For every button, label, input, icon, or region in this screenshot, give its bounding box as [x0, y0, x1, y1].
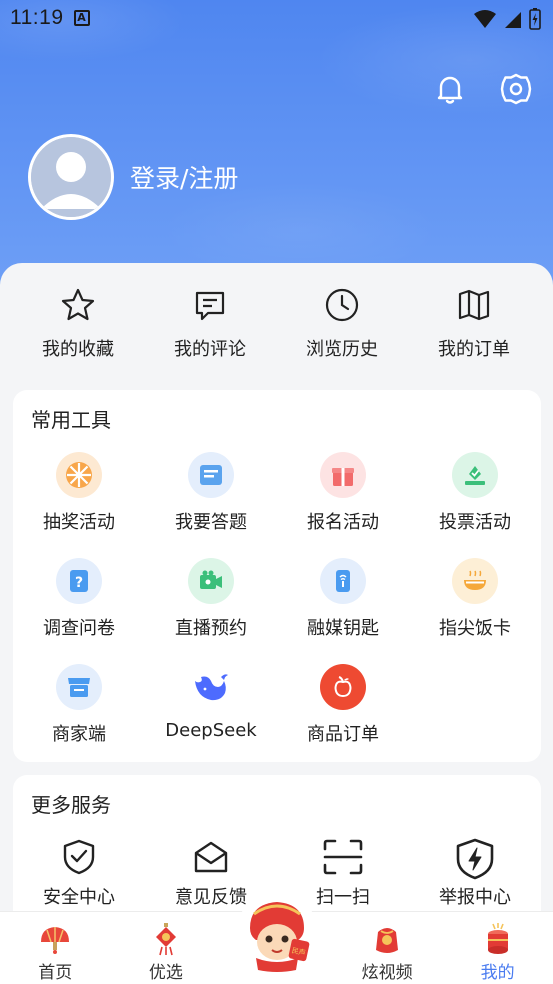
tab-label: 优选: [148, 963, 183, 983]
common-tools-card: 常用工具 抽奖活动 我要答题 报名活动 投票活动 ? 调查问卷 直播预约 融媒钥…: [13, 390, 541, 762]
status-time: 11:19: [10, 6, 64, 29]
drum-gift-icon: [487, 923, 508, 954]
report-shield-icon: [456, 838, 494, 880]
quick-link-label: 我的评论: [174, 339, 246, 360]
tool-signup[interactable]: 报名活动: [277, 452, 409, 534]
tool-quiz[interactable]: 我要答题: [145, 452, 277, 534]
tool-merchant[interactable]: 商家端: [13, 664, 145, 746]
tool-survey[interactable]: ? 调查问卷: [13, 558, 145, 640]
quiz-icon: [188, 452, 234, 498]
tool-label: 融媒钥匙: [307, 618, 379, 639]
avatar[interactable]: [28, 134, 114, 220]
tool-live[interactable]: 直播预约: [145, 558, 277, 640]
red-bag-icon: [376, 928, 399, 953]
map-book-icon: [458, 289, 490, 321]
profile-section[interactable]: 登录/注册: [28, 134, 238, 220]
header-actions: [433, 72, 533, 106]
tool-label: 我要答题: [175, 512, 247, 533]
tool-label: 指尖饭卡: [439, 618, 511, 639]
tool-label: 调查问卷: [43, 618, 115, 639]
tool-deepseek[interactable]: DeepSeek: [145, 664, 277, 741]
quick-link-favorites[interactable]: 我的收藏: [12, 263, 144, 383]
service-label: 扫一扫: [316, 887, 370, 908]
default-avatar-icon: [31, 137, 111, 217]
tab-label: 首页: [38, 963, 73, 983]
comment-icon: [195, 291, 225, 321]
quick-link-label: 浏览历史: [306, 339, 378, 360]
tool-label: 报名活动: [307, 512, 379, 533]
fan-home-icon: [41, 927, 70, 954]
service-security-center[interactable]: 安全中心: [13, 837, 145, 909]
status-bar: 11:19 A: [0, 0, 553, 36]
tab-home[interactable]: 首页: [0, 912, 111, 984]
lottery-wheel-icon: [56, 452, 102, 498]
quick-link-comments[interactable]: 我的评论: [144, 263, 276, 383]
star-icon: [61, 288, 95, 321]
lantern-knot-icon: [155, 923, 176, 956]
tab-video[interactable]: 炫视频: [332, 912, 443, 984]
service-label: 举报中心: [439, 887, 511, 908]
center-mascot-button[interactable]: 民声: [236, 892, 318, 974]
battery-icon: [529, 8, 541, 30]
tool-vote[interactable]: 投票活动: [409, 452, 541, 534]
tool-media-key[interactable]: 融媒钥匙: [277, 558, 409, 640]
quick-link-orders[interactable]: 我的订单: [408, 263, 540, 383]
clock-icon: [325, 288, 359, 322]
quick-link-label: 我的收藏: [42, 339, 114, 360]
tool-meal-card[interactable]: 指尖饭卡: [409, 558, 541, 640]
tab-mine[interactable]: 我的: [442, 912, 553, 984]
section-title: 常用工具: [31, 408, 111, 432]
status-indicators: [473, 8, 541, 30]
shield-check-icon: [63, 839, 95, 875]
login-register-link[interactable]: 登录/注册: [130, 159, 238, 195]
tool-lottery[interactable]: 抽奖活动: [13, 452, 145, 534]
notification-a-icon: A: [73, 10, 90, 26]
settings-gear-icon[interactable]: [499, 72, 533, 106]
wifi-icon: [474, 10, 496, 28]
signal-icon: [505, 12, 521, 28]
service-label: 安全中心: [43, 887, 115, 908]
tool-label: 商家端: [52, 724, 106, 745]
envelope-open-icon: [194, 841, 228, 873]
media-key-icon: [320, 558, 366, 604]
survey-icon: ?: [56, 558, 102, 604]
tool-label: 商品订单: [307, 724, 379, 745]
quick-links: 我的收藏 我的评论 浏览历史 我的订单: [0, 263, 553, 383]
bell-icon[interactable]: [433, 72, 467, 106]
goods-order-icon: [320, 664, 366, 710]
live-camera-icon: [188, 558, 234, 604]
quick-link-label: 我的订单: [438, 339, 510, 360]
svg-text:?: ?: [75, 575, 83, 591]
quick-link-history[interactable]: 浏览历史: [276, 263, 408, 383]
section-title: 更多服务: [31, 793, 111, 817]
deepseek-whale-icon: [188, 664, 234, 710]
tool-goods-order[interactable]: 商品订单: [277, 664, 409, 746]
service-report-center[interactable]: 举报中心: [409, 837, 541, 909]
tool-label: 直播预约: [175, 618, 247, 639]
meal-card-icon: [452, 558, 498, 604]
tool-label: 投票活动: [439, 512, 511, 533]
scan-icon: [323, 839, 363, 875]
tool-label: 抽奖活动: [43, 512, 115, 533]
gift-icon: [320, 452, 366, 498]
merchant-shop-icon: [56, 664, 102, 710]
lion-dance-mascot-icon: 民声: [239, 895, 315, 972]
tab-label: 我的: [480, 963, 515, 983]
tool-label: DeepSeek: [165, 720, 257, 741]
vote-icon: [452, 452, 498, 498]
tab-preferred[interactable]: 优选: [111, 912, 222, 984]
tab-label: 炫视频: [361, 963, 413, 983]
